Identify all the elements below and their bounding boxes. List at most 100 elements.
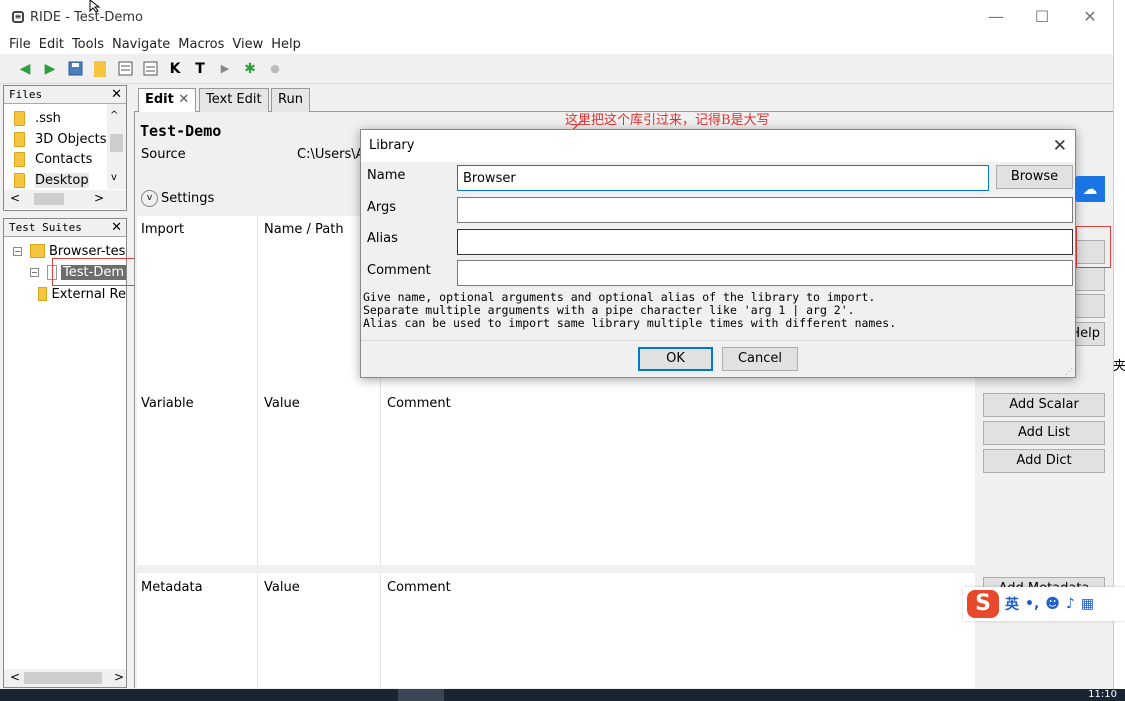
comment-label: Comment — [367, 263, 431, 278]
keyboard-icon[interactable]: ▦ — [1081, 596, 1094, 612]
new-resource-icon[interactable] — [141, 60, 159, 78]
browse-button[interactable]: Browse — [996, 165, 1073, 189]
close-window-button[interactable]: ✕ — [1076, 6, 1104, 28]
alias-input[interactable] — [457, 229, 1073, 255]
suite-title: Test-Demo — [140, 122, 222, 140]
list-item[interactable]: .ssh — [14, 108, 61, 128]
import-column-header: Import — [141, 222, 185, 237]
window-title: RIDE - Test-Demo — [30, 9, 143, 25]
folder-icon — [14, 151, 25, 167]
files-panel: Files ✕ .ssh 3D Objects Contacts Desktop… — [3, 85, 127, 211]
suites-horizontal-scrollbar[interactable]: < > — [4, 669, 126, 687]
scroll-thumb[interactable] — [24, 672, 102, 684]
side-text: 夹 — [1113, 359, 1125, 374]
microphone-icon[interactable]: ♪ — [1066, 596, 1075, 612]
add-dict-button[interactable]: Add Dict — [983, 449, 1105, 473]
test-suites-panel: Test Suites ✕ − Browser-tes − Test-Dem E… — [3, 218, 127, 688]
collapse-icon[interactable]: − — [30, 267, 39, 277]
tree-item-external-resources[interactable]: External Re — [38, 284, 126, 304]
files-vertical-scrollbar[interactable]: ^ v — [107, 104, 126, 189]
comment-input[interactable] — [457, 260, 1073, 286]
sogou-logo-icon[interactable]: S — [967, 590, 999, 618]
close-test-suites-panel-icon[interactable]: ✕ — [111, 219, 122, 237]
list-item[interactable]: 3D Objects — [14, 129, 107, 149]
annotation-highlight-box — [1076, 226, 1111, 268]
metadata-comment-column-header: Comment — [387, 580, 451, 595]
menu-macros[interactable]: Macros — [178, 37, 224, 52]
tab-run[interactable]: Run — [271, 88, 310, 112]
menu-edit[interactable]: Edit — [39, 37, 64, 52]
menu-navigate[interactable]: Navigate — [112, 37, 170, 52]
bug-icon[interactable]: ✱ — [241, 60, 259, 78]
add-scalar-button[interactable]: Add Scalar — [983, 393, 1105, 417]
close-files-panel-icon[interactable]: ✕ — [111, 86, 122, 104]
title-bar: ≡ RIDE - Test-Demo — ☐ ✕ — [0, 0, 1113, 34]
list-item[interactable]: Contacts — [14, 149, 92, 169]
maximize-button[interactable]: ☐ — [1028, 6, 1056, 28]
stop-icon[interactable]: ● — [266, 60, 284, 78]
settings-toggle[interactable]: v Settings — [141, 190, 214, 207]
chevron-left-icon[interactable]: < — [10, 670, 20, 684]
close-tab-icon[interactable]: ✕ — [178, 92, 189, 107]
chevron-right-icon[interactable]: > — [114, 670, 124, 684]
chevron-down-icon[interactable]: v — [111, 172, 117, 183]
metadata-column-header: Metadata — [141, 580, 203, 595]
save-icon[interactable] — [66, 60, 84, 78]
test-case-icon[interactable]: T — [191, 60, 209, 78]
ime-language-toggle[interactable]: 英 — [1005, 594, 1019, 614]
open-folder-icon[interactable] — [91, 60, 109, 78]
menu-help[interactable]: Help — [271, 37, 301, 52]
emoji-icon[interactable]: ☻ — [1045, 596, 1060, 612]
forward-arrow-icon[interactable]: ▶ — [41, 60, 59, 78]
scroll-thumb[interactable] — [34, 193, 64, 205]
test-suites-panel-title: Test Suites — [9, 221, 82, 234]
resize-grip-icon[interactable]: ⋰ — [1065, 367, 1073, 376]
test-suites-panel-header: Test Suites ✕ — [4, 219, 126, 237]
resource-folder-icon — [38, 287, 48, 301]
app-icon: ≡ — [12, 11, 24, 23]
chevron-up-icon[interactable]: ^ — [110, 110, 118, 121]
cloud-icon[interactable]: ☁ — [1075, 176, 1105, 202]
metadata-table — [137, 573, 975, 688]
ok-button[interactable]: OK — [638, 347, 713, 371]
minimize-button[interactable]: — — [982, 6, 1010, 28]
folder-icon — [14, 172, 25, 188]
taskbar-clock: 11:10 — [1088, 689, 1117, 700]
alias-label: Alias — [367, 231, 398, 246]
dialog-help-text: Give name, optional arguments and option… — [363, 290, 897, 330]
comment-column-header: Comment — [387, 396, 451, 411]
run-icon[interactable]: ▶ — [216, 60, 234, 78]
scroll-thumb[interactable] — [110, 134, 123, 152]
back-arrow-icon[interactable]: ◀ — [16, 60, 34, 78]
close-dialog-icon[interactable]: ✕ — [1053, 130, 1067, 162]
add-list-button[interactable]: Add List — [983, 421, 1105, 445]
args-input[interactable] — [457, 197, 1073, 223]
library-name-input[interactable] — [457, 165, 989, 191]
mouse-cursor-icon — [89, 0, 101, 12]
chevron-right-icon[interactable]: > — [94, 191, 104, 205]
dialog-title-bar: Library ✕ — [361, 130, 1075, 162]
menu-tools[interactable]: Tools — [72, 37, 104, 52]
menu-file[interactable]: File — [9, 37, 31, 52]
ime-toolbar: S 英 •, ☻ ♪ ▦ — [963, 587, 1125, 621]
folder-icon — [14, 131, 25, 147]
menu-view[interactable]: View — [232, 37, 263, 52]
cancel-button[interactable]: Cancel — [722, 347, 798, 371]
files-horizontal-scrollbar[interactable]: < > — [4, 190, 126, 209]
new-file-icon[interactable] — [116, 60, 134, 78]
tab-text-edit[interactable]: Text Edit — [199, 88, 269, 112]
list-item[interactable]: Desktop — [14, 170, 89, 190]
keyword-icon[interactable]: K — [166, 60, 184, 78]
suite-folder-icon — [30, 244, 45, 258]
library-dialog: Library ✕ Name Browse Args Alias Comment… — [360, 129, 1076, 378]
collapse-icon[interactable]: − — [13, 246, 22, 256]
tab-edit[interactable]: Edit ✕ — [138, 88, 197, 113]
chevron-left-icon[interactable]: < — [10, 191, 20, 205]
menu-bar: File Edit Tools Navigate Macros View Hel… — [0, 34, 1113, 54]
files-panel-title: Files — [9, 88, 43, 101]
variable-table — [137, 387, 975, 565]
chevron-down-icon: v — [141, 190, 158, 207]
taskbar-app-button[interactable] — [398, 689, 444, 701]
args-label: Args — [367, 200, 397, 215]
punctuation-icon[interactable]: •, — [1025, 596, 1039, 612]
